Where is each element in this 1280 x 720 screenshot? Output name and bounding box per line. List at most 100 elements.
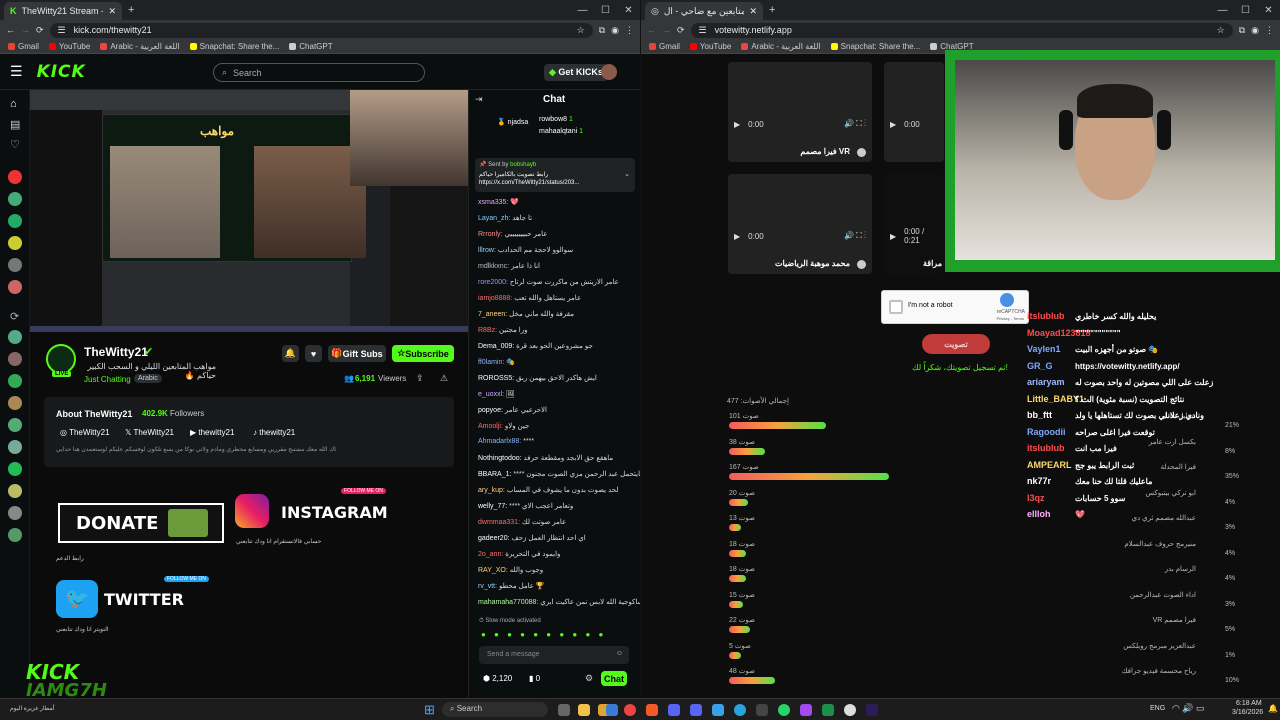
chat-username[interactable]: e_uoxxl: [478,391,504,398]
chat-username[interactable]: welly_77: [478,503,507,510]
menu-kebab-icon[interactable]: ⋮ [1265,25,1274,36]
discord-icon[interactable] [690,704,702,716]
chat-username[interactable]: iamjo8888: [478,295,512,302]
bookmark-youtube[interactable]: YouTube [48,42,90,51]
sidebar-channel-avatar[interactable] [8,330,22,344]
bookmark-chatgpt[interactable]: ChatGPT [289,42,333,51]
radio-icon[interactable] [857,260,866,269]
radio-icon[interactable] [857,148,866,157]
chat-username[interactable]: popyoe: [478,407,503,414]
sidebar-channel-avatar[interactable] [8,440,22,454]
app-icon[interactable] [800,704,812,716]
chrome-icon[interactable] [624,704,636,716]
video-controls[interactable]: ▶ 0:00 / 0:21 [890,227,938,245]
bookmark-arabic[interactable]: Arabic - اللغة العربية [741,42,821,51]
vscode-icon[interactable] [712,704,724,716]
new-tab-icon[interactable]: + [128,4,134,16]
pinned-gifter-3[interactable]: mahaalqtani 1 [539,128,583,135]
video-controls[interactable]: ▶ 0:00 [890,116,938,132]
kicks-balance[interactable]: ▮ 0 [529,674,540,683]
social-instagram[interactable]: ◎ TheWitty21 [60,428,110,437]
close-window-icon[interactable]: ✕ [1257,5,1280,16]
streamer-avatar[interactable] [46,344,76,374]
url-field[interactable]: ☰ votewitty.netlify.app ☆ [690,22,1233,38]
chat-message-input[interactable]: Send a message ☺ [479,646,629,664]
whatsapp-icon[interactable] [778,704,790,716]
share-icon[interactable]: ⇪ [416,373,424,384]
premiere-icon[interactable] [866,704,878,716]
language-indicator[interactable]: ENG [1150,705,1165,712]
tab-kick[interactable]: K TheWitty21 Stream - Watch l ✕ [4,2,122,20]
tab-close-icon[interactable]: ✕ [108,6,116,17]
subscribe-button[interactable]: ☆ Subscribe [392,345,454,362]
bookmark-gmail[interactable]: Gmail [649,42,680,51]
bookmark-star-icon[interactable]: ☆ [577,25,585,36]
chat-username[interactable]: 7_aneen: [478,311,507,318]
video-controls[interactable]: ▶ 0:00 🔊 ⛶ ⋮ [734,228,866,244]
follow-heart-button[interactable]: ♥ [305,345,322,362]
sidebar-channel-avatar[interactable] [8,214,22,228]
gift-subs-button[interactable]: 🎁 Gift Subs [328,345,386,362]
chat-username[interactable]: Nothingtodoo: [478,455,522,462]
taskbar-search[interactable]: ⌕ Search [442,702,548,717]
new-tab-icon[interactable]: + [769,4,775,16]
tab-votewitty[interactable]: ◎ مواهب المتابعين مع ضاحي - ال ✕ [645,2,763,20]
url-field[interactable]: ☰ kick.com/thewitty21 ☆ [49,22,593,38]
get-kicks-button[interactable]: ◆ Get KICKs [544,64,608,81]
sidebar-channel-avatar[interactable] [8,418,22,432]
menu-kebab-icon[interactable]: ⋮ [625,25,634,36]
talent-video-card[interactable]: ▶ 0:00 🔊 ⛶ ⋮ فيرا مصمم VR [728,62,872,162]
maximize-icon[interactable]: ☐ [594,5,617,16]
browse-icon[interactable]: ▤ [10,118,20,131]
sidebar-channel-avatar[interactable] [8,192,22,206]
sidebar-channel-avatar[interactable] [8,506,22,520]
profile-icon[interactable]: ◉ [1251,25,1259,36]
sidebar-channel-avatar[interactable] [8,484,22,498]
tag-badge[interactable]: Arabic [134,374,162,383]
sidebar-channel-avatar[interactable] [8,374,22,388]
bookmark-star-icon[interactable]: ☆ [1217,25,1225,36]
chat-username[interactable]: BBARA_1: [478,471,511,478]
chat-username[interactable]: Dema_009: [478,343,514,350]
bookmark-gmail[interactable]: Gmail [8,42,39,51]
channel-points[interactable]: ⬢ 2,120 [483,674,512,683]
instagram-panel[interactable]: FOLLOW ME ON INSTAGRAM [235,488,405,532]
chat-username[interactable]: ROROSS5: [478,375,514,382]
tab-close-icon[interactable]: ✕ [749,6,757,17]
sidebar-channel-avatar[interactable] [8,258,22,272]
chat-username[interactable]: RAY_XO: [478,567,508,574]
following-heart-icon[interactable]: ♡ [10,138,20,151]
chat-username[interactable]: rore2000: [478,279,508,286]
collapse-chat-icon[interactable]: ⇥ [475,94,483,105]
social-x[interactable]: 𝕏 TheWitty21 [125,428,174,437]
excel-icon[interactable] [822,704,834,716]
chat-username[interactable]: Ahmadarlx88: [478,438,521,445]
forward-icon[interactable]: → [21,25,30,35]
pinned-gifter-2[interactable]: rowbow8 1 [539,116,573,123]
chat-send-button[interactable]: Chat [601,671,627,686]
sidebar-channel-avatar[interactable] [8,236,22,250]
pinned-gifter-1[interactable]: 🏅 njadsa [497,118,528,126]
chat-username[interactable]: 2o_ann: [478,551,503,558]
chevron-down-icon[interactable]: ⌄ [624,170,630,178]
clock-date[interactable]: 3/16/2026 [1232,709,1263,716]
bookmark-arabic[interactable]: Arabic - اللغة العربية [100,42,180,51]
chat-username[interactable]: xsma335: [478,199,508,206]
report-icon[interactable]: ⚠ [440,373,448,384]
chat-username[interactable]: Rrronly: [478,231,503,238]
social-tiktok[interactable]: ♪ thewitty21 [253,428,295,437]
talent-video-card[interactable]: ▶ 0:00 / 0:21 مراقة [884,174,944,274]
profile-icon[interactable]: ◉ [611,25,619,36]
sidebar-channel-avatar[interactable] [8,352,22,366]
reload-icon[interactable]: ⟳ [36,25,44,36]
kick-logo[interactable]: KICK [37,62,86,82]
minimize-icon[interactable]: — [1211,5,1234,16]
chat-username[interactable]: Amoolji: [478,423,503,430]
chat-username[interactable]: ff0lamin: [478,359,504,366]
recaptcha-checkbox[interactable] [889,300,903,314]
notification-icon[interactable]: 🔔 [1268,704,1278,713]
bookmark-youtube[interactable]: YouTube [689,42,731,51]
search-input[interactable]: ⌕ Search [213,63,425,82]
chat-username[interactable]: mdlkkxnc: [478,263,509,270]
chat-username[interactable]: Layan_zh: [478,215,510,222]
